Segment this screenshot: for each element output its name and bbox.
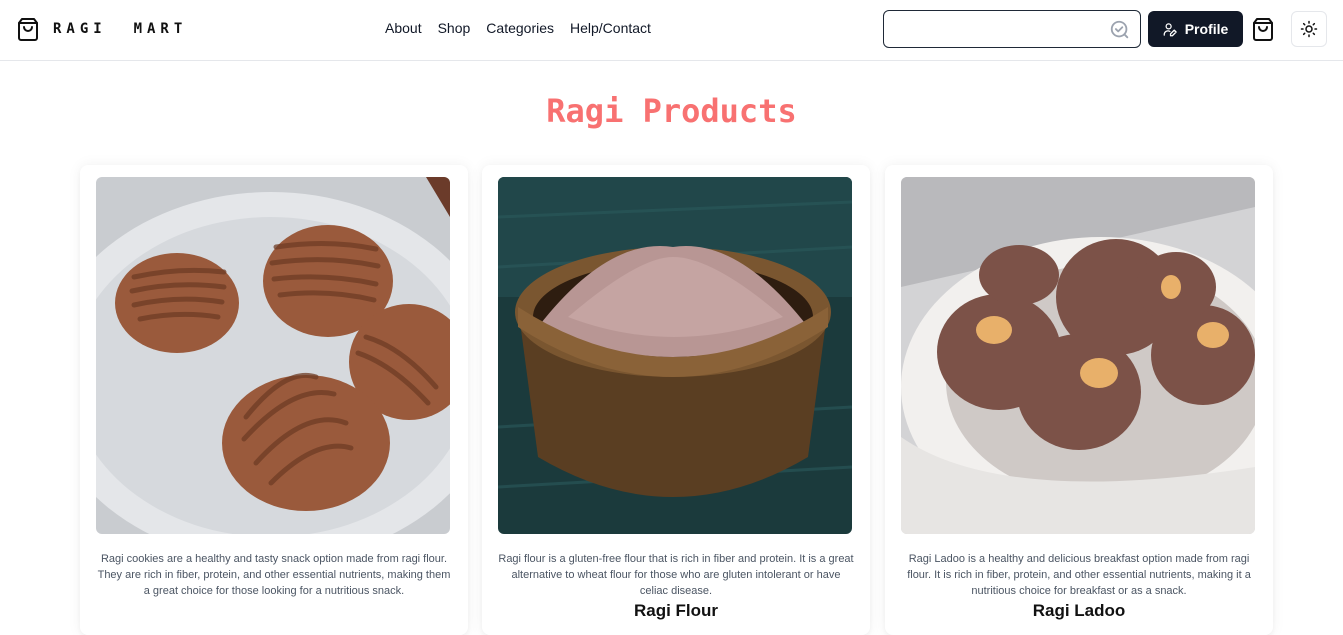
product-card-ragi-cookies[interactable]: Ragi cookies are a healthy and tasty sna… — [80, 165, 468, 635]
search-check-icon[interactable] — [1109, 19, 1131, 41]
product-description: Ragi cookies are a healthy and tasty sna… — [97, 553, 451, 597]
nav-about[interactable]: About — [385, 20, 422, 36]
main-nav: About Shop Categories Help/Contact — [385, 20, 651, 36]
product-card-ragi-flour[interactable]: Ragi flour is a gluten-free flour that i… — [482, 165, 870, 635]
brand-logo[interactable]: RAGI MART — [17, 17, 187, 41]
product-description: Ragi Ladoo is a healthy and delicious br… — [907, 553, 1251, 597]
profile-label: Profile — [1184, 21, 1229, 37]
theme-toggle-button[interactable] — [1291, 11, 1327, 47]
profile-button[interactable]: Profile — [1148, 11, 1243, 47]
search-box — [883, 10, 1141, 48]
nav-categories[interactable]: Categories — [486, 20, 554, 36]
search-input[interactable] — [892, 17, 1102, 41]
user-pen-icon — [1163, 22, 1177, 36]
product-description: Ragi flour is a gluten-free flour that i… — [498, 553, 854, 597]
nav-shop[interactable]: Shop — [438, 20, 471, 36]
ragi-cookies-photo[interactable] — [96, 177, 450, 534]
site-header: RAGI MART About Shop Categories Help/Con… — [0, 0, 1343, 61]
shopping-bag-icon — [18, 18, 38, 41]
product-card-ragi-ladoo[interactable]: Ragi Ladoo is a healthy and delicious br… — [885, 165, 1273, 635]
product-title[interactable]: Ragi Ladoo — [885, 601, 1273, 621]
page-title: Ragi Products — [546, 92, 797, 130]
ragi-flour-photo[interactable] — [498, 177, 852, 534]
cart-icon[interactable] — [1252, 17, 1274, 41]
ragi-ladoo-photo[interactable] — [901, 177, 1255, 534]
sun-icon — [1300, 20, 1318, 38]
product-title[interactable]: Ragi Flour — [482, 601, 870, 621]
brand-name: RAGI MART — [53, 21, 188, 37]
nav-help-contact[interactable]: Help/Contact — [570, 20, 651, 36]
